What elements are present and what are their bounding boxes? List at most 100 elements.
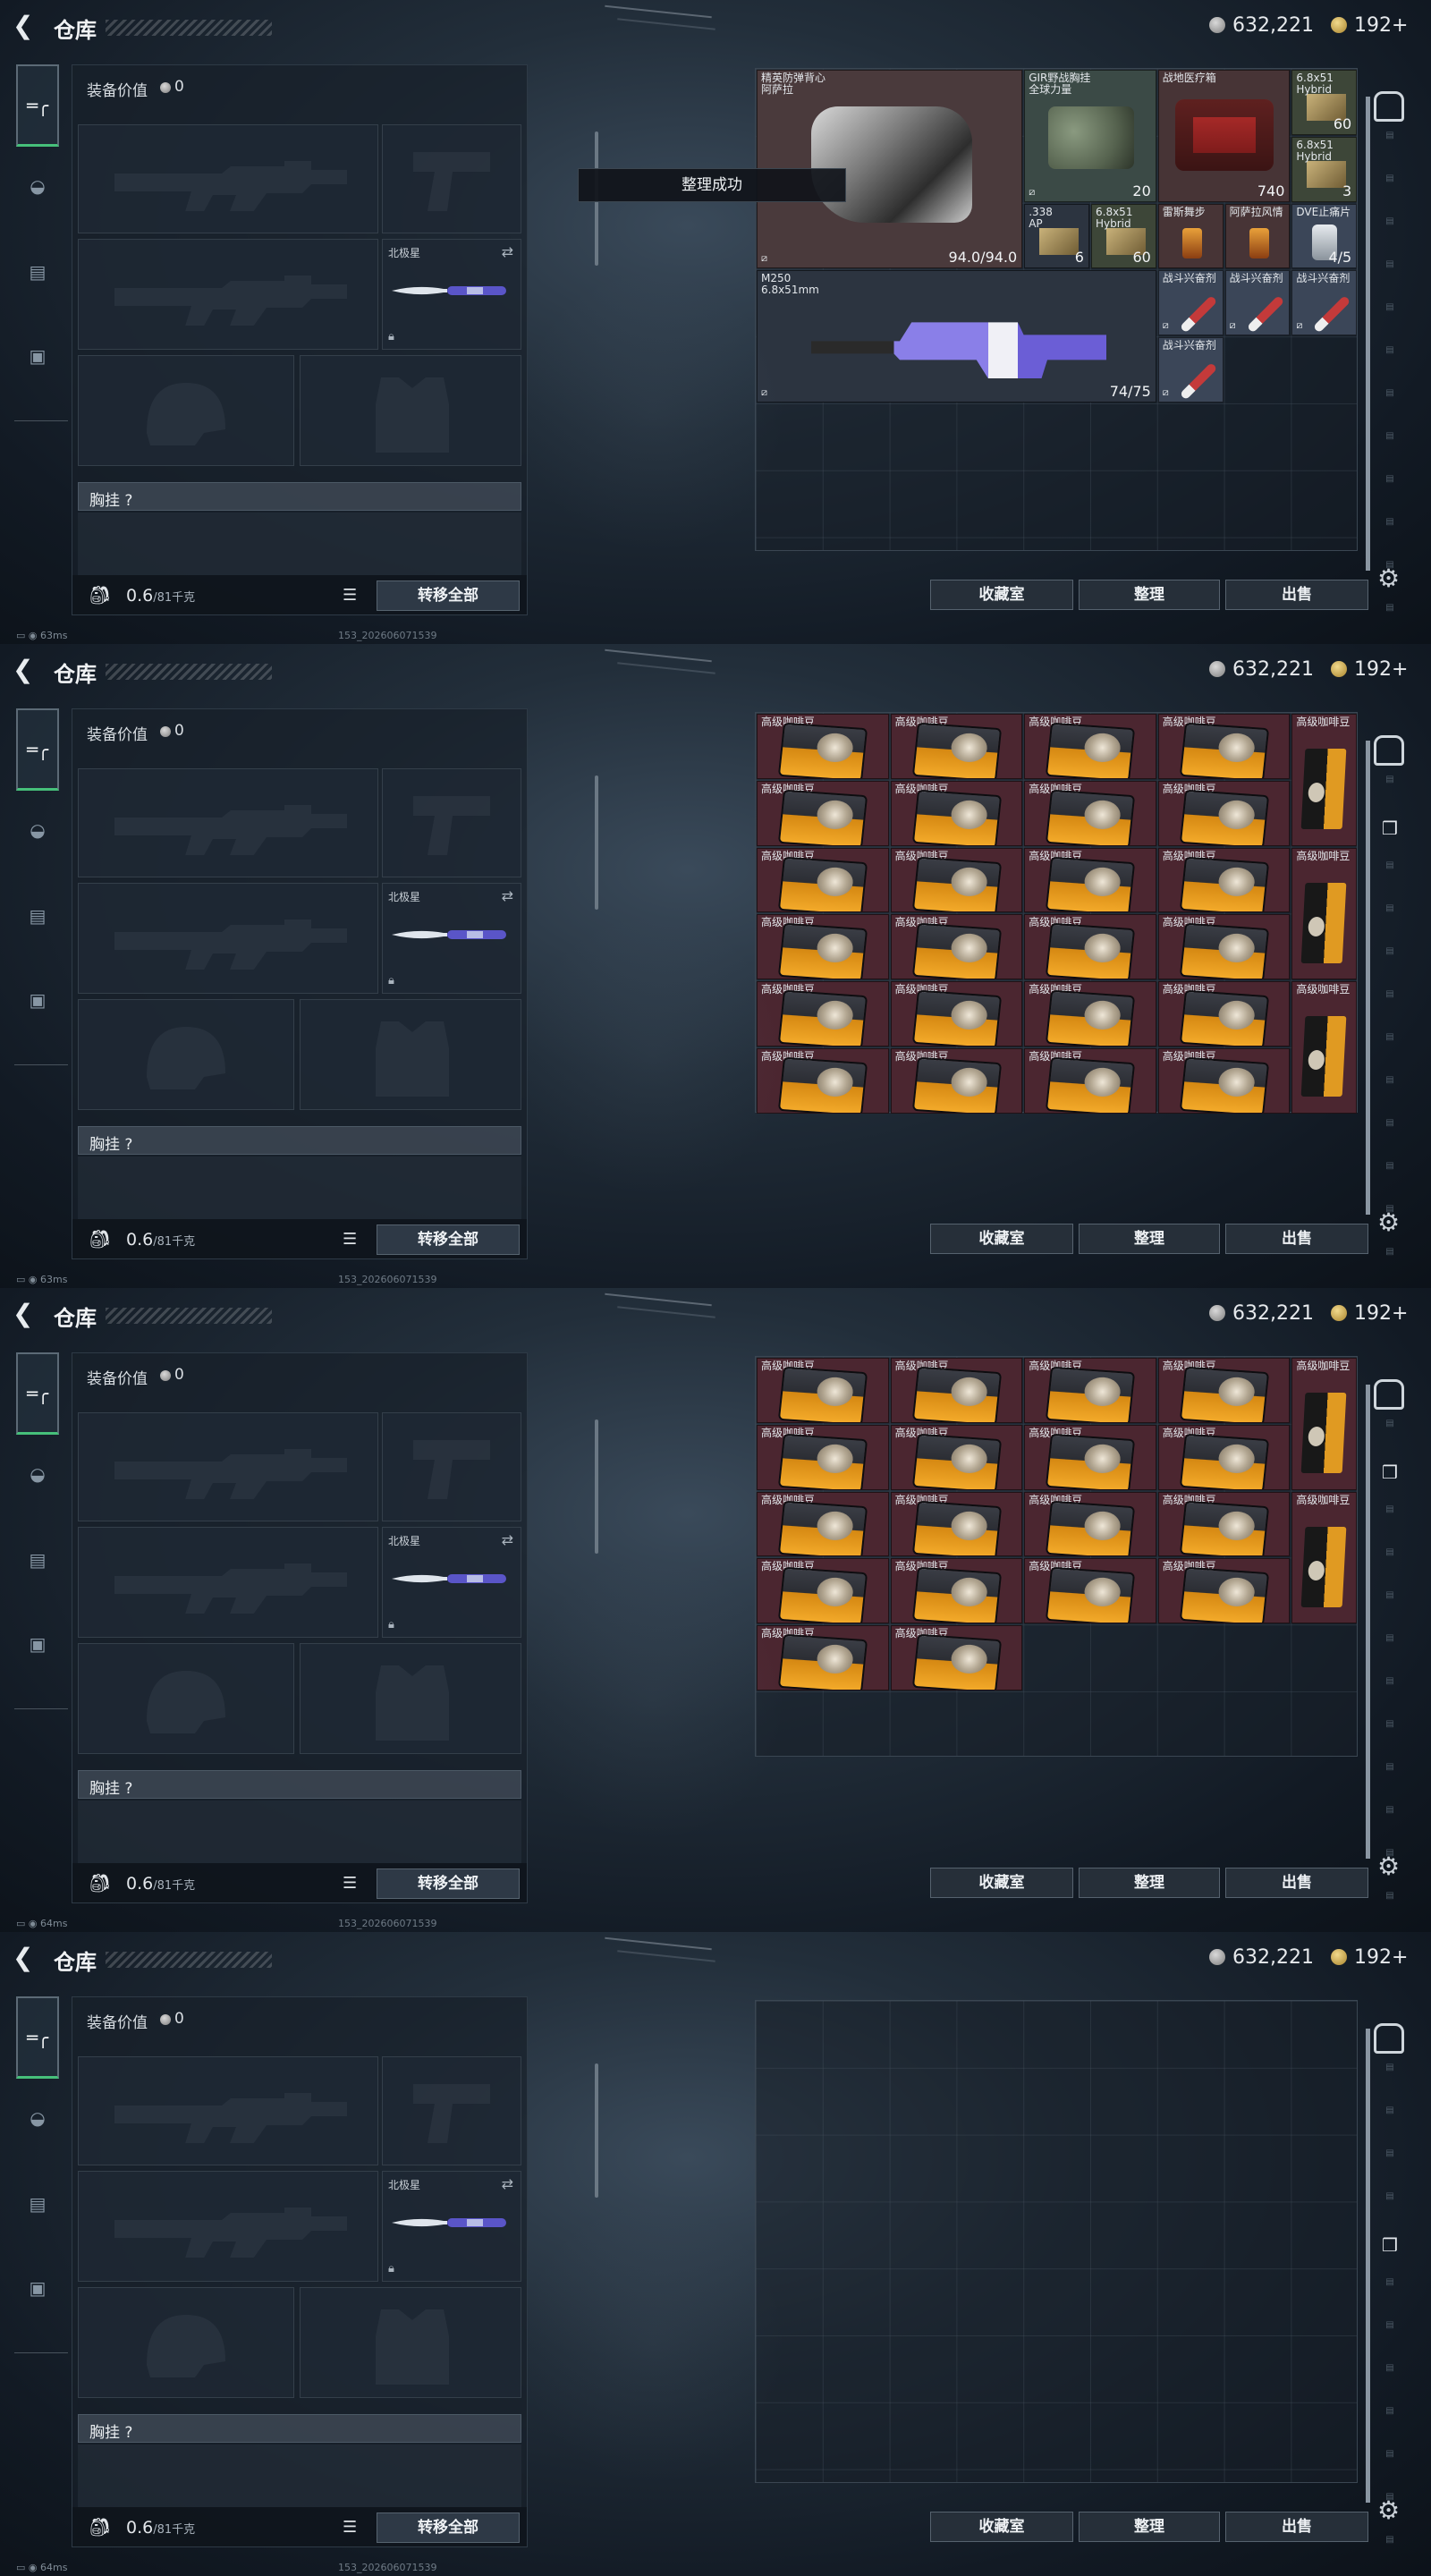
sidebar-item-weapons[interactable]: ═╭: [16, 64, 59, 147]
settings-gear-icon[interactable]: ⚙: [1377, 564, 1400, 593]
stash-item[interactable]: 雷斯舞步: [1157, 203, 1224, 269]
coffee-bean-item[interactable]: 高级咖啡豆: [757, 1491, 889, 1557]
stash-tab-icon[interactable]: ▤: [1374, 2320, 1406, 2347]
coffee-bag-item[interactable]: 高级咖啡豆: [1291, 1358, 1358, 1490]
coffee-bean-item[interactable]: 高级咖啡豆: [1157, 1558, 1291, 1624]
stash-scrollbar[interactable]: [1366, 741, 1370, 1215]
armor-slot[interactable]: [300, 999, 521, 1110]
stash-item[interactable]: 战斗兴奋剂 ⧄: [1157, 337, 1224, 402]
secondary-weapon-slot[interactable]: [78, 2171, 378, 2282]
sidebar-item-helmet[interactable]: ◒: [20, 2100, 55, 2136]
coffee-bean-item[interactable]: 高级咖啡豆: [890, 714, 1023, 779]
sidearm-slot[interactable]: [382, 768, 521, 877]
stash-tab-icon[interactable]: ▤: [1374, 259, 1406, 286]
coffee-bean-item[interactable]: 高级咖啡豆: [890, 1491, 1023, 1557]
coffee-bean-item[interactable]: 高级咖啡豆: [890, 1358, 1023, 1423]
coffee-bag-item[interactable]: 高级咖啡豆: [1291, 714, 1358, 846]
gold-currency[interactable]: 192+: [1331, 658, 1408, 681]
stash-tab-icon[interactable]: ▤: [1374, 1633, 1406, 1660]
coffee-bean-item[interactable]: 高级咖啡豆: [1157, 914, 1291, 980]
secondary-weapon-slot[interactable]: [78, 239, 378, 350]
coffee-bean-item[interactable]: 高级咖啡豆: [890, 1424, 1023, 1490]
transfer-all-button[interactable]: 转移全部: [377, 2512, 520, 2543]
stash-item[interactable]: DVE止痛片 4/5: [1291, 203, 1358, 269]
coffee-bean-item[interactable]: 高级咖啡豆: [757, 780, 889, 846]
stash-grid[interactable]: 高级咖啡豆 高级咖啡豆 高级咖啡豆 高级咖啡豆 高级咖啡豆 高级咖啡豆 高级咖啡豆 高级咖啡豆…: [755, 712, 1358, 1114]
coffee-bean-item[interactable]: 高级咖啡豆: [1157, 847, 1291, 913]
sell-button[interactable]: 出售: [1225, 1224, 1368, 1254]
stash-tab-icon[interactable]: ❒: [1374, 2234, 1406, 2261]
stash-tab-icon[interactable]: ▤: [1374, 860, 1406, 887]
stash-tab-icon[interactable]: ▤: [1374, 1762, 1406, 1789]
sidebar-item-briefcase[interactable]: ▣: [20, 1626, 55, 1662]
collection-room-button[interactable]: 收藏室: [930, 2512, 1073, 2542]
primary-weapon-slot[interactable]: [78, 124, 378, 233]
stash-tab-icon[interactable]: ▤: [1374, 1590, 1406, 1617]
coffee-bean-item[interactable]: 高级咖啡豆: [757, 1558, 889, 1624]
coffee-bean-item[interactable]: 高级咖啡豆: [757, 847, 889, 913]
stash-tab-icon[interactable]: ▤: [1374, 302, 1406, 329]
sidebar-item-briefcase[interactable]: ▣: [20, 982, 55, 1018]
equipment-scrollbar[interactable]: [595, 2063, 598, 2198]
coffee-bean-item[interactable]: 高级咖啡豆: [757, 1625, 889, 1690]
stash-tab-icon[interactable]: ▤: [1374, 431, 1406, 458]
stash-grid[interactable]: [755, 2000, 1358, 2483]
sidebar-item-helmet[interactable]: ◒: [20, 168, 55, 204]
swap-icon[interactable]: ⇄: [502, 887, 513, 904]
stash-grid[interactable]: 高级咖啡豆 高级咖啡豆 高级咖啡豆 高级咖啡豆 高级咖啡豆 高级咖啡豆 高级咖啡豆 高级咖啡豆…: [755, 1356, 1358, 1757]
list-icon[interactable]: ☰: [343, 1230, 357, 1249]
coffee-bean-item[interactable]: 高级咖啡豆: [890, 1558, 1023, 1624]
coffee-bean-item[interactable]: 高级咖啡豆: [1157, 1358, 1291, 1423]
coffee-bean-item[interactable]: 高级咖啡豆: [890, 1048, 1023, 1114]
coffee-bean-item[interactable]: 高级咖啡豆: [890, 981, 1023, 1046]
stash-tab-icon[interactable]: ❒: [1374, 818, 1406, 844]
coffee-bean-item[interactable]: 高级咖啡豆: [1024, 714, 1156, 779]
sidebar-item-helmet[interactable]: ◒: [20, 1456, 55, 1492]
chest-rig-slot[interactable]: 胸挂 ?: [78, 2414, 521, 2443]
organize-button[interactable]: 整理: [1079, 1868, 1220, 1898]
coffee-bean-item[interactable]: 高级咖啡豆: [1024, 1424, 1156, 1490]
coffee-bean-item[interactable]: 高级咖啡豆: [1024, 1048, 1156, 1114]
stash-item[interactable]: 战地医疗箱 740: [1157, 70, 1291, 202]
coffee-bean-item[interactable]: 高级咖啡豆: [890, 914, 1023, 980]
sidebar-item-vest[interactable]: ▤: [20, 1542, 55, 1578]
back-arrow-icon[interactable]: ❮: [13, 1301, 34, 1326]
gold-currency[interactable]: 192+: [1331, 14, 1408, 37]
melee-slot[interactable]: 北极星 ⇄ 🔒︎: [382, 2171, 521, 2282]
coffee-bean-item[interactable]: 高级咖啡豆: [1157, 780, 1291, 846]
stash-tab-icon[interactable]: ▤: [1374, 775, 1406, 801]
primary-weapon-slot[interactable]: [78, 2056, 378, 2165]
stash-tab-icon[interactable]: ▤: [1374, 946, 1406, 973]
list-icon[interactable]: ☰: [343, 1874, 357, 1893]
stash-item[interactable]: 6.8x51 Hybrid 3: [1291, 136, 1358, 202]
stash-tab-icon[interactable]: ▤: [1374, 216, 1406, 243]
coffee-bean-item[interactable]: 高级咖啡豆: [1024, 1558, 1156, 1624]
stash-tab-icon[interactable]: ▤: [1374, 1547, 1406, 1574]
melee-slot[interactable]: 北极星 ⇄ 🔒︎: [382, 1527, 521, 1638]
melee-slot[interactable]: 北极星 ⇄ 🔒︎: [382, 239, 521, 350]
equipment-scrollbar[interactable]: [595, 1419, 598, 1554]
stash-tab-icon[interactable]: ▤: [1374, 345, 1406, 372]
armor-slot[interactable]: [300, 355, 521, 466]
stash-tab-icon[interactable]: ▤: [1374, 1719, 1406, 1746]
transfer-all-button[interactable]: 转移全部: [377, 1224, 520, 1255]
stash-item[interactable]: 6.8x51 Hybrid 60: [1291, 70, 1358, 135]
stash-scrollbar[interactable]: [1366, 2029, 1370, 2503]
coffee-bean-item[interactable]: 高级咖啡豆: [1157, 981, 1291, 1046]
stash-scrollbar[interactable]: [1366, 97, 1370, 571]
back-arrow-icon[interactable]: ❮: [13, 13, 34, 38]
sidebar-item-vest[interactable]: ▤: [20, 898, 55, 934]
list-icon[interactable]: ☰: [343, 2518, 357, 2537]
gold-currency[interactable]: 192+: [1331, 1946, 1408, 1969]
sidebar-item-weapons[interactable]: ═╭: [16, 1352, 59, 1435]
helmet-slot[interactable]: [78, 999, 294, 1110]
stash-item[interactable]: 阿萨拉风情: [1224, 203, 1291, 269]
coffee-bean-item[interactable]: 高级咖啡豆: [890, 1625, 1023, 1690]
coffee-bag-item[interactable]: 高级咖啡豆: [1291, 1491, 1358, 1624]
primary-weapon-slot[interactable]: [78, 1412, 378, 1521]
stash-tab-icon[interactable]: ▤: [1374, 1032, 1406, 1059]
secondary-weapon-slot[interactable]: [78, 883, 378, 994]
sidebar-item-vest[interactable]: ▤: [20, 2186, 55, 2222]
coffee-bean-item[interactable]: 高级咖啡豆: [757, 914, 889, 980]
coffee-bean-item[interactable]: 高级咖啡豆: [1157, 1424, 1291, 1490]
